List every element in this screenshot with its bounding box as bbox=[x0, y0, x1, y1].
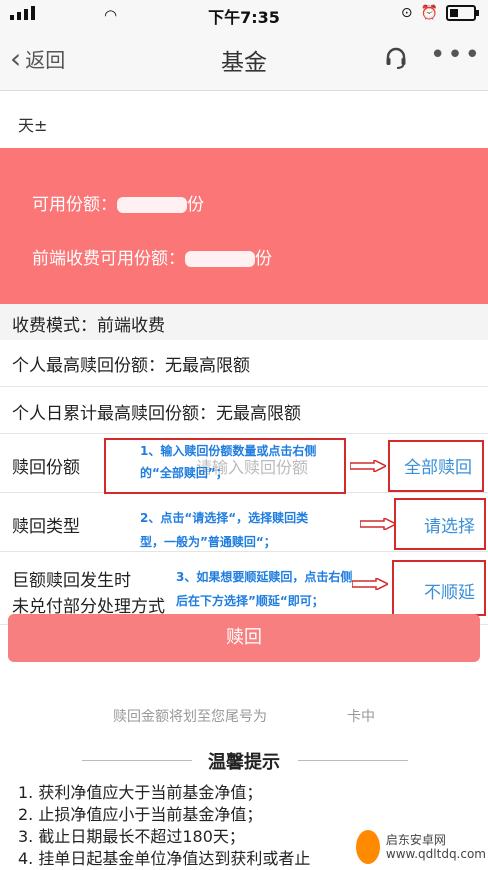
battery-icon bbox=[446, 5, 479, 21]
available-label: 可用份额： bbox=[32, 195, 117, 215]
front-suffix: 份 bbox=[255, 249, 272, 269]
annotation-1-line-1: 1、输入赎回份额数量或点击右侧 bbox=[140, 444, 317, 458]
annotation-2-line-1: 2、点击“请选择“，选择赎回类 bbox=[140, 511, 309, 525]
watermark-line-1: 启东安卓网 bbox=[385, 833, 446, 847]
tips-title: 温馨提示 bbox=[208, 752, 280, 773]
fee-mode-row: 收费模式：前端收费 bbox=[0, 304, 488, 341]
annotation-3-line-1: 3、如果想要顺延赎回，点击右侧 bbox=[176, 570, 353, 584]
arrow-right-icon bbox=[360, 518, 396, 530]
card-note-prefix: 赎回金额将划至您尾号为 bbox=[113, 709, 267, 725]
personal-max-row: 个人最高赎回份额：无最高限额 bbox=[0, 340, 488, 387]
redeem-shares-label: 赎回份额 bbox=[12, 458, 80, 478]
front-label: 前端收费可用份额： bbox=[32, 249, 185, 269]
redeem-button[interactable]: 赎回 bbox=[8, 614, 480, 662]
card-mask bbox=[267, 707, 347, 721]
arrow-right-icon bbox=[352, 578, 388, 590]
more-icon[interactable]: ••• bbox=[430, 40, 482, 70]
rotation-lock-icon: ⊙ bbox=[400, 5, 413, 21]
watermark-text: 启东安卓网 www.qdltdq.com bbox=[386, 833, 486, 861]
fee-mode-label: 收费模式： bbox=[12, 316, 97, 336]
annotation-box-defer bbox=[392, 560, 486, 616]
status-right: ⊙ ⏰ bbox=[400, 5, 479, 21]
personal-max: 个人最高赎回份额：无最高限额 bbox=[12, 351, 250, 376]
annotation-3-line-2: 后在下方选择”顺延“即可； bbox=[176, 594, 324, 608]
annotation-2-line-2: 型，一般为”普通赎回“； bbox=[140, 535, 276, 549]
available-suffix: 份 bbox=[187, 195, 204, 215]
divider-right bbox=[298, 760, 408, 761]
annotation-box-select bbox=[394, 498, 486, 550]
annotation-1-line-2: 的“全部赎回”； bbox=[140, 466, 228, 480]
watermark-line-2: www.qdltdq.com bbox=[385, 847, 486, 861]
personal-max-label: 个人最高赎回份额： bbox=[12, 356, 165, 376]
daily-max: 个人日累计最高赎回份额：无最高限额 bbox=[12, 399, 301, 424]
personal-max-value: 无最高限额 bbox=[165, 356, 250, 376]
page-title: 基金 bbox=[221, 50, 267, 76]
tip-item: 2. 止损净值应小于当前基金净值； bbox=[18, 805, 263, 824]
status-bar: ◠ 下午7:35 ⊙ ⏰ bbox=[0, 0, 488, 28]
tip-item: 3. 截止日期最长不超过180天； bbox=[18, 827, 245, 846]
card-note-suffix: 卡中 bbox=[347, 709, 375, 725]
large-redeem-label-1: 巨额赎回发生时 bbox=[12, 571, 131, 591]
daily-max-row: 个人日累计最高赎回份额：无最高限额 bbox=[0, 387, 488, 434]
daily-max-value: 无最高限额 bbox=[216, 404, 301, 424]
fee-mode-value: 前端收费 bbox=[97, 316, 165, 336]
redeem-type-label: 赎回类型 bbox=[12, 517, 80, 537]
tip-item: 1. 获利净值应大于当前基金净值； bbox=[18, 783, 263, 802]
fee-mode: 收费模式：前端收费 bbox=[12, 311, 165, 336]
account-mask bbox=[47, 117, 168, 136]
share-panel: 可用份额： 份 前端收费可用份额： 份 bbox=[0, 148, 488, 304]
daily-max-label: 个人日累计最高赎回份额： bbox=[12, 404, 216, 424]
front-shares: 前端收费可用份额： 份 bbox=[32, 244, 272, 269]
account-text: 天± bbox=[18, 116, 48, 135]
tips-list: 1. 获利净值应大于当前基金净值； 2. 止损净值应小于当前基金净值； 3. 截… bbox=[18, 782, 310, 870]
arrow-right-icon bbox=[350, 460, 386, 472]
annotation-box-all bbox=[388, 440, 484, 492]
tip-item: 4. 挂单日起基金单位净值达到获利或者止 bbox=[18, 849, 311, 868]
watermark-logo-icon bbox=[356, 830, 380, 864]
account-selector[interactable]: 天± bbox=[18, 112, 168, 136]
nav-bar: ‹ 返回 基金 ••• bbox=[0, 28, 488, 91]
card-note: 赎回金额将划至您尾号为 卡中 bbox=[0, 706, 488, 726]
watermark: 启东安卓网 www.qdltdq.com bbox=[356, 826, 486, 868]
available-value-mask bbox=[117, 197, 187, 213]
alarm-icon: ⏰ bbox=[420, 5, 438, 21]
headset-icon[interactable] bbox=[384, 46, 408, 70]
front-value-mask bbox=[185, 251, 255, 267]
available-shares: 可用份额： 份 bbox=[32, 190, 204, 215]
